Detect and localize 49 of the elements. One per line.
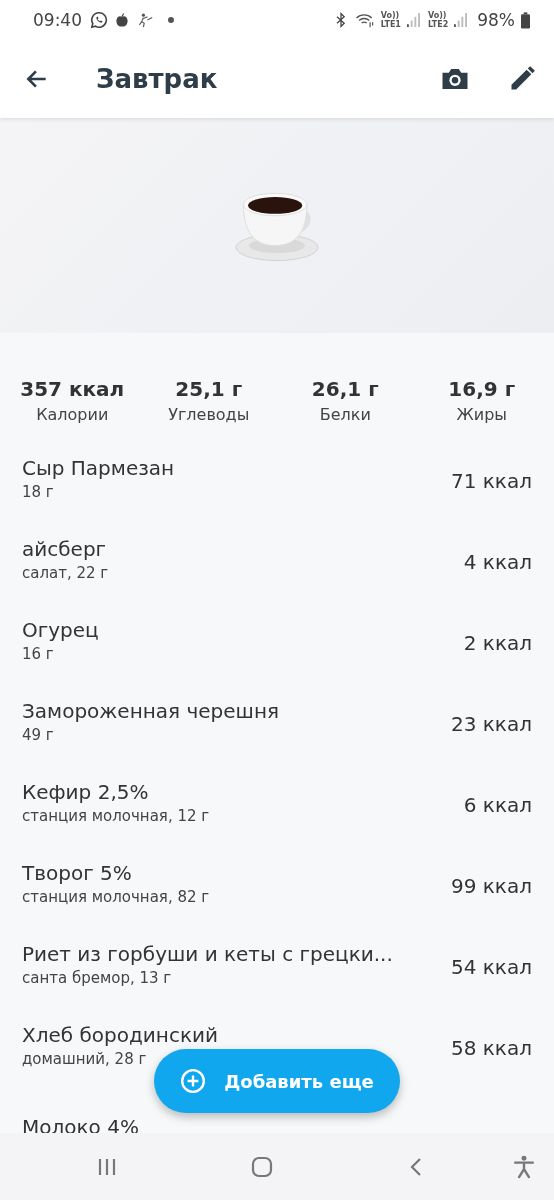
food-calories: 6 ккал (463, 792, 532, 817)
macro-value: 357 ккал (20, 377, 125, 401)
food-calories: 71 ккал (451, 468, 532, 493)
notification-dot-icon (168, 17, 174, 23)
food-detail: 18 г (22, 483, 55, 501)
food-calories: 23 ккал (451, 711, 532, 736)
wifi-icon (354, 11, 375, 29)
food-detail: 16 г (22, 645, 55, 663)
signal-icon (454, 12, 468, 28)
food-calories: 58 ккал (451, 1035, 532, 1060)
accessibility-icon[interactable] (511, 1153, 537, 1180)
food-detail: санта бремор, 13 г (22, 969, 173, 987)
chat-bubble-icon (90, 11, 108, 29)
macro-label: Калории (36, 405, 109, 424)
food-calories: 54 ккал (451, 954, 532, 979)
macro-value: 26,1 г (311, 377, 379, 401)
food-name[interactable]: Кефир 2,5% (22, 780, 210, 804)
food-name[interactable]: Хлеб бородинский (22, 1023, 218, 1047)
food-name[interactable]: Замороженная черешня (22, 699, 279, 723)
macro-value: 16,9 г (448, 377, 516, 401)
food-detail: станция молочная, 82 г (22, 888, 210, 906)
page-title: Завтрак (96, 64, 218, 94)
food-name[interactable]: Риет из горбуши и кеты с грецки... (22, 942, 393, 966)
food-name[interactable]: айсберг (22, 537, 109, 561)
food-detail: домашний, 28 г (22, 1050, 148, 1068)
running-figure-icon (136, 12, 154, 28)
battery-icon (521, 11, 530, 29)
apple-icon (114, 12, 130, 28)
macro-label: Углеводы (168, 405, 250, 424)
macro-value: 25,1 г (175, 377, 243, 401)
food-calories: 99 ккал (451, 873, 532, 898)
food-calories: 4 ккал (463, 549, 532, 574)
food-detail: станция молочная, 12 г (22, 807, 210, 825)
macro-label: Жиры (456, 405, 507, 424)
macro-label: Белки (319, 405, 371, 424)
food-detail: салат, 22 г (22, 564, 109, 582)
signal-icon (406, 12, 420, 28)
network-label: Vo)) LTE1 (380, 11, 401, 29)
network-label: Vo)) LTE2 (427, 11, 449, 29)
food-name[interactable]: Огурец (22, 618, 99, 642)
food-calories: 2 ккал (463, 630, 532, 655)
home-icon[interactable] (250, 1154, 274, 1179)
food-name[interactable]: Сыр Пармезан (22, 456, 175, 480)
food-name[interactable]: Молоко 4% (22, 1114, 139, 1133)
food-name[interactable]: Творог 5% (22, 861, 210, 885)
food-detail: 49 г (22, 726, 55, 744)
battery-percent: 98% (477, 10, 515, 30)
plus-circle-icon (180, 1068, 207, 1094)
clock: 09:40 (33, 10, 82, 30)
